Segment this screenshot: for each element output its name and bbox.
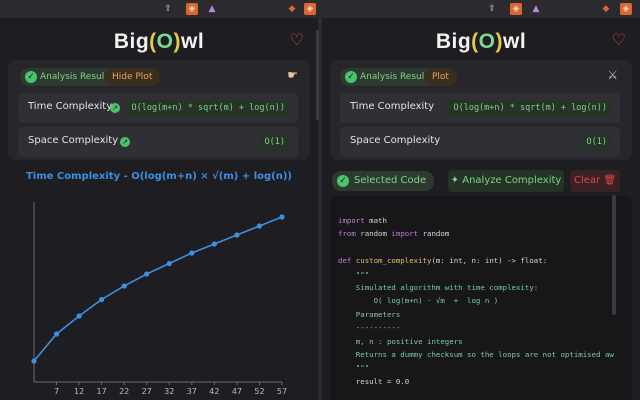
clear-button[interactable]: Clear 🗑	[570, 170, 620, 192]
code-line: Returns a dummy checksum so the loops ar…	[338, 350, 614, 360]
x-tick-label: 47	[232, 387, 242, 396]
code-line: Parameters	[338, 309, 401, 319]
code-line: from random import random	[338, 229, 450, 239]
x-tick-label: 42	[209, 387, 219, 396]
time-complexity-row: Time Complexity O(log(m+n) * sqrt(m) + l…	[340, 93, 620, 123]
series-line	[33, 216, 283, 362]
code-line: Simulated algorithm with time complexity…	[338, 283, 539, 293]
analyze-complexity-button[interactable]: ✦ Analyze Complexity	[448, 170, 564, 192]
analysis-result-badge: ✓ Analysis Result	[340, 68, 436, 86]
check-icon: ✓	[345, 71, 357, 83]
data-point	[99, 296, 105, 303]
data-point	[189, 250, 195, 256]
brave-shield-icon[interactable]: ◈	[186, 3, 198, 15]
code-line: """	[338, 363, 370, 373]
sparkle-icon: ✦	[450, 175, 460, 186]
chart-title: Time Complexity - O(log(m+n) × √(m) + lo…	[25, 171, 292, 182]
left-toolbar: ⇪ ◈ ▲ ◆ ◈	[0, 0, 318, 18]
space-complexity-row: Space Complexity O(1)	[340, 127, 620, 157]
app-logo: Big(O)wl	[435, 30, 527, 53]
right-toolbar: ⇪ ◈ ▲ ◆ ◈	[322, 0, 640, 18]
space-complexity-value: O(1)	[259, 134, 290, 150]
data-point	[279, 214, 285, 220]
expand-arrow-icon[interactable]: ↗	[110, 103, 120, 113]
code-line: result = 0.0	[338, 376, 410, 386]
heart-icon[interactable]: ♡	[612, 30, 626, 49]
code-line: m, n : positive integers	[338, 336, 463, 346]
crossed-tools-icon[interactable]: ⚔	[607, 68, 618, 82]
complexity-chart: 7 12 17 22 27 32 37 42 47 52 57	[31, 202, 287, 396]
code-scrollbar[interactable]	[612, 195, 616, 315]
data-point	[76, 313, 82, 319]
analysis-result-card: ✓ Analysis Result Hide Plot ☛ Time Compl…	[8, 60, 310, 160]
code-line: """	[338, 269, 370, 279]
time-complexity-row: Time Complexity ↗ O(log(m+n) * sqrt(m) +…	[18, 93, 298, 123]
left-panel: Big(O)wl ♡ ✓ Analysis Result Hide Plot ☛…	[0, 18, 318, 400]
data-point	[166, 260, 172, 267]
extension-brave-icon[interactable]: ◈	[304, 3, 316, 15]
code-line: ----------	[338, 323, 401, 333]
share-icon[interactable]: ⇪	[162, 3, 174, 15]
expand-arrow-icon[interactable]: ↗	[120, 137, 130, 147]
data-point	[53, 331, 60, 337]
rewards-triangle-icon[interactable]: ▲	[530, 3, 542, 15]
data-point	[234, 232, 240, 238]
x-tick-label: 22	[119, 387, 129, 396]
check-icon: ✓	[25, 71, 37, 83]
extension-brave-icon[interactable]: ◈	[620, 3, 632, 15]
left-scrollbar[interactable]	[316, 30, 319, 120]
rewards-triangle-icon[interactable]: ▲	[206, 3, 218, 15]
extension-fox-icon[interactable]: ◆	[600, 3, 612, 15]
analysis-result-badge: ✓ Analysis Result	[20, 68, 116, 86]
code-line: def custom_complexity(m: int, n: int) ->…	[338, 256, 548, 266]
x-tick-label: 17	[97, 387, 107, 396]
x-tick-label: 12	[74, 387, 84, 396]
right-panel: Big(O)wl ♡ ✓ Analysis Result Plot ⚔ Time…	[322, 18, 640, 400]
data-point	[121, 283, 127, 289]
x-tick-label: 7	[54, 387, 59, 396]
app-logo: Big(O)wl	[113, 30, 205, 53]
code-line: import math	[338, 216, 387, 225]
data-point	[211, 241, 217, 247]
code-viewer[interactable]: import math from random import random def…	[330, 196, 632, 400]
heart-icon[interactable]: ♡	[290, 30, 304, 49]
time-complexity-value: O(log(m+n) * sqrt(m) + log(n))	[448, 100, 612, 116]
brave-shield-icon[interactable]: ◈	[510, 3, 522, 15]
extension-fox-icon[interactable]: ◆	[286, 3, 298, 15]
data-point	[256, 223, 263, 229]
trash-icon: 🗑	[603, 175, 617, 186]
data-point	[31, 358, 37, 364]
browser-toolbar: ⇪ ◈ ▲ ◆ ◈ ⇪ ◈ ▲ ◆ ◈	[0, 0, 640, 18]
data-point	[144, 271, 150, 277]
x-tick-label: 32	[164, 387, 174, 396]
x-tick-label: 57	[277, 387, 287, 396]
pointing-hand-icon[interactable]: ☛	[287, 68, 298, 82]
plot-button[interactable]: Plot	[424, 68, 457, 86]
time-complexity-value: O(log(m+n) * sqrt(m) + log(n))	[126, 100, 290, 116]
x-tick-label: 37	[187, 387, 197, 396]
selected-code-badge: ✓ Selected Code	[332, 171, 435, 191]
code-line: O( log(m+n) · √m + log n )	[338, 296, 499, 306]
hide-plot-button[interactable]: Hide Plot	[104, 68, 161, 86]
x-tick-label: 27	[142, 387, 152, 396]
share-icon[interactable]: ⇪	[486, 3, 498, 15]
space-complexity-row: Space Complexity ↗ O(1)	[18, 127, 298, 157]
space-complexity-value: O(1)	[581, 134, 612, 150]
check-icon: ✓	[337, 175, 349, 187]
analysis-result-card: ✓ Analysis Result Plot ⚔ Time Complexity…	[330, 60, 632, 160]
x-tick-label: 52	[254, 387, 264, 396]
